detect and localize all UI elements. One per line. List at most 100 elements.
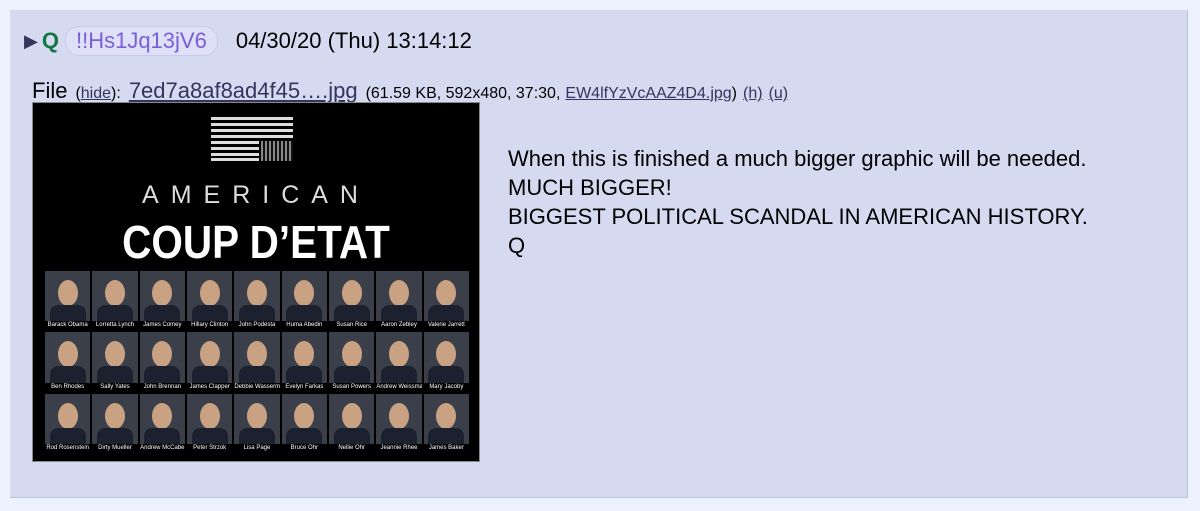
portrait-cell: Lorretta Lynch	[92, 271, 138, 331]
portrait-cell: Sally Yates	[92, 332, 138, 392]
portrait-name-label: Aaron Zebley	[376, 321, 422, 331]
portrait-cell: John Podesta	[234, 271, 280, 331]
portrait-name-label: James Clapper	[186, 382, 233, 392]
portrait-cell: Debbie Wasserman Schultz	[234, 332, 280, 392]
original-filename-link[interactable]: EW4lfYzVcAAZ4D4.jpg	[565, 85, 731, 103]
portrait-name-label: Sally Yates	[92, 382, 138, 392]
portrait-name-label: Susan Powers	[328, 382, 375, 392]
portrait-face	[104, 280, 125, 306]
portrait-cell: Bruce Ohr	[281, 393, 327, 453]
portrait-cell: Rod Rosenstein	[45, 393, 91, 453]
file-h-link[interactable]: (h)	[743, 85, 763, 103]
post-message: When this is finished a much bigger grap…	[508, 144, 1088, 260]
portrait-face	[388, 280, 409, 306]
portrait-name-label: Nellie Ohr	[328, 443, 375, 453]
black-flag-graphic	[211, 117, 293, 161]
portrait-face	[104, 402, 125, 429]
tripcode: !!Hs1Jq13jV6	[64, 26, 218, 56]
portrait-name-label: James Baker	[423, 443, 469, 453]
post-header: ▶ Q !!Hs1Jq13jV6 04/30/20 (Thu) 13:14:12	[24, 26, 472, 56]
portrait-face	[246, 402, 267, 429]
portrait-name-label: Andrew McCabe	[139, 443, 185, 453]
portrait-name-label: Bruce Ohr	[281, 443, 327, 453]
file-details: (61.59 KB, 592x480, 37:30,	[365, 85, 561, 102]
portrait-face	[294, 341, 315, 368]
portrait-face	[152, 402, 173, 429]
portrait-cell: Susan Powers	[328, 332, 375, 392]
file-link[interactable]: 7ed7a8af8ad4f45….jpg	[129, 78, 358, 104]
portrait-face	[152, 341, 173, 368]
portrait-name-label: Dirty Mueller	[92, 443, 138, 453]
portrait-name-label: Evelyn Farkas	[281, 382, 327, 392]
post-image-thumbnail[interactable]: AMERICAN COUP D’ETAT Barack Obama Lorrett…	[32, 102, 480, 462]
portrait-face	[436, 341, 457, 368]
portrait-name-label: Huma Abedin	[281, 321, 327, 331]
portrait-face	[104, 341, 125, 368]
portrait-face	[199, 341, 220, 368]
portrait-face	[341, 402, 362, 429]
portrait-name-label: Jeannie Rhee	[376, 443, 422, 453]
portrait-face	[199, 280, 220, 306]
portrait-name-label: Lisa Page	[234, 443, 280, 453]
post-date: 04/30/20 (Thu) 13:14:12	[235, 28, 472, 53]
portrait-cell: Dirty Mueller	[92, 393, 138, 453]
portrait-face	[294, 280, 315, 306]
portrait-face	[436, 280, 457, 306]
portrait-face	[199, 402, 220, 429]
portrait-cell: Mary Jacoby	[423, 332, 469, 392]
file-info: File (hide): 7ed7a8af8ad4f45….jpg (61.59…	[32, 78, 789, 104]
portrait-cell: James Comey	[139, 271, 185, 331]
message-line: BIGGEST POLITICAL SCANDAL IN AMERICAN HI…	[508, 204, 1088, 229]
file-label: File	[32, 78, 68, 103]
portrait-cell: Evelyn Farkas	[281, 332, 327, 392]
portrait-face	[57, 341, 78, 368]
portrait-grid: Barack Obama Lorretta Lynch James Comey Hil…	[45, 271, 469, 453]
portrait-cell: Andrew Weissmann	[376, 332, 422, 392]
portrait-face	[388, 402, 409, 429]
portrait-name-label: Peter Strzok	[186, 443, 233, 453]
portrait-cell: Hillary Clinton	[186, 271, 233, 331]
portrait-face	[246, 280, 267, 306]
portrait-cell: James Baker	[423, 393, 469, 453]
portrait-face	[436, 402, 457, 429]
message-line: When this is finished a much bigger grap…	[508, 146, 1087, 171]
portrait-face	[341, 341, 362, 368]
portrait-face	[152, 280, 173, 306]
portrait-cell: Jeannie Rhee	[376, 393, 422, 453]
portrait-name-label: Rod Rosenstein	[45, 443, 91, 453]
portrait-face	[57, 280, 78, 306]
portrait-cell: Peter Strzok	[186, 393, 233, 453]
portrait-name-label: John Podesta	[234, 321, 280, 331]
portrait-name-label: Mary Jacoby	[423, 382, 469, 392]
poster-name: Q	[41, 28, 59, 53]
portrait-cell: Ben Rhodes	[45, 332, 91, 392]
hide-file-link[interactable]: hide	[81, 85, 111, 102]
post-menu-arrow-icon[interactable]: ▶	[24, 31, 38, 52]
portrait-cell: Lisa Page	[234, 393, 280, 453]
flag-stars	[261, 141, 293, 161]
portrait-name-label: John Brennan	[139, 382, 185, 392]
portrait-cell: Andrew McCabe	[139, 393, 185, 453]
message-signature: Q	[508, 233, 526, 258]
image-heading-small: AMERICAN	[142, 181, 370, 209]
portrait-name-label: Debbie Wasserman Schultz	[234, 382, 280, 392]
portrait-face	[341, 280, 362, 306]
portrait-name-label: Barack Obama	[45, 321, 91, 331]
portrait-name-label: Susan Rice	[328, 321, 375, 331]
portrait-name-label: Hillary Clinton	[186, 321, 233, 331]
portrait-cell: Aaron Zebley	[376, 271, 422, 331]
image-heading-big: COUP D’ETAT	[122, 216, 390, 268]
portrait-cell: Huma Abedin	[281, 271, 327, 331]
portrait-name-label: Valerie Jarrett	[423, 321, 469, 331]
portrait-name-label: Andrew Weissmann	[376, 382, 422, 392]
portrait-name-label: James Comey	[139, 321, 185, 331]
portrait-face	[246, 341, 267, 368]
post-reply: ▶ Q !!Hs1Jq13jV6 04/30/20 (Thu) 13:14:12…	[10, 10, 1188, 498]
portrait-name-label: Ben Rhodes	[45, 382, 91, 392]
file-u-link[interactable]: (u)	[769, 85, 789, 103]
portrait-cell: Valerie Jarrett	[423, 271, 469, 331]
portrait-cell: James Clapper	[186, 332, 233, 392]
portrait-face	[388, 341, 409, 368]
portrait-cell: Susan Rice	[328, 271, 375, 331]
portrait-cell: Barack Obama	[45, 271, 91, 331]
